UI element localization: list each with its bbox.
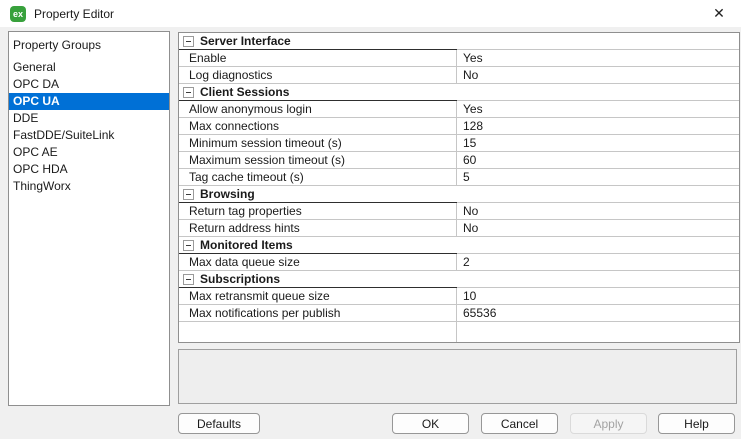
property-name-cell: Max notifications per publish [179,305,457,322]
category-row-filler [457,84,739,101]
property-name-cell: Return address hints [179,220,457,237]
sidebar-item-fastdde-suitelink[interactable]: FastDDE/SuiteLink [9,127,169,144]
help-button[interactable]: Help [658,413,735,434]
property-value-cell[interactable]: Yes [457,101,739,118]
category-row-filler [457,186,739,203]
close-icon: ✕ [713,5,725,22]
category-row-subscriptions[interactable]: Subscriptions [179,271,739,288]
property-groups-header: Property Groups [13,38,102,52]
sidebar-item-opc-ua[interactable]: OPC UA [9,93,169,110]
property-row-minimum-session-timeout-s[interactable]: Minimum session timeout (s) 15 [179,135,739,152]
category-label: Subscriptions [200,272,281,286]
property-grid-rows: Server Interface Enable Yes Log diagnostics… [179,33,739,342]
category-row-filler [457,271,739,288]
collapse-minus-icon[interactable] [183,239,194,251]
close-button[interactable]: ✕ [703,0,735,27]
title-bar: ex Property Editor ✕ [0,0,741,27]
property-value-cell[interactable]: 15 [457,135,739,152]
property-name-cell: Enable [179,50,457,67]
property-groups-panel: Property Groups General OPC DA OPC UA DDE Fa… [8,31,170,406]
sidebar-item-opc-da[interactable]: OPC DA [9,76,169,93]
property-value-cell[interactable]: Yes [457,50,739,67]
collapse-minus-icon[interactable] [183,273,194,285]
property-row-enable[interactable]: Enable Yes [179,50,739,67]
property-row-return-tag-properties[interactable]: Return tag properties No [179,203,739,220]
description-panel [178,349,737,404]
sidebar-item-opc-ae[interactable]: OPC AE [9,144,169,161]
category-row-server-interface[interactable]: Server Interface [179,33,739,50]
category-row-filler [457,33,739,50]
property-name-cell: Max connections [179,118,457,135]
property-grid: Server Interface Enable Yes Log diagnostics… [178,32,740,343]
property-name-cell: Max retransmit queue size [179,288,457,305]
apply-button: Apply [570,413,647,434]
category-label: Monitored Items [200,238,293,252]
property-name-cell [179,322,457,342]
category-label: Client Sessions [200,85,290,99]
sidebar-item-general[interactable]: General [9,59,169,76]
category-row-monitored-items[interactable]: Monitored Items [179,237,739,254]
property-value-cell[interactable]: 5 [457,169,739,186]
property-row-max-data-queue-size[interactable]: Max data queue size 2 [179,254,739,271]
category-row-browsing[interactable]: Browsing [179,186,739,203]
sidebar-item-opc-hda[interactable]: OPC HDA [9,161,169,178]
property-row-log-diagnostics[interactable]: Log diagnostics No [179,67,739,84]
property-value-cell[interactable]: No [457,203,739,220]
property-row-return-address-hints[interactable]: Return address hints No [179,220,739,237]
category-name-cell: Server Interface [179,33,457,50]
property-name-cell: Tag cache timeout (s) [179,169,457,186]
property-value-cell[interactable]: No [457,220,739,237]
cancel-button[interactable]: Cancel [481,413,558,434]
property-name-cell: Max data queue size [179,254,457,271]
property-value-cell[interactable]: 2 [457,254,739,271]
app-logo-icon: ex [10,5,26,22]
category-row-filler [457,237,739,254]
property-value-cell[interactable]: 65536 [457,305,739,322]
property-groups-list: General OPC DA OPC UA DDE FastDDE/SuiteLink O… [9,59,169,195]
category-name-cell: Browsing [179,186,457,203]
property-row-max-connections[interactable]: Max connections 128 [179,118,739,135]
category-name-cell: Monitored Items [179,237,457,254]
property-name-cell: Maximum session timeout (s) [179,152,457,169]
property-value-cell[interactable]: No [457,67,739,84]
property-value-cell[interactable]: 128 [457,118,739,135]
category-label: Browsing [200,187,255,201]
property-value-cell[interactable]: 60 [457,152,739,169]
category-name-cell: Client Sessions [179,84,457,101]
property-name-cell: Log diagnostics [179,67,457,84]
property-row-maximum-session-timeout-s[interactable]: Maximum session timeout (s) 60 [179,152,739,169]
collapse-minus-icon[interactable] [183,86,194,98]
sidebar-item-dde[interactable]: DDE [9,110,169,127]
property-row-allow-anonymous-login[interactable]: Allow anonymous login Yes [179,101,739,118]
sidebar-item-thingworx[interactable]: ThingWorx [9,178,169,195]
property-name-cell: Allow anonymous login [179,101,457,118]
empty-row [179,322,739,342]
category-name-cell: Subscriptions [179,271,457,288]
property-value-cell [457,322,739,342]
property-row-tag-cache-timeout-s[interactable]: Tag cache timeout (s) 5 [179,169,739,186]
category-label: Server Interface [200,34,291,48]
collapse-minus-icon[interactable] [183,35,194,47]
property-name-cell: Minimum session timeout (s) [179,135,457,152]
window-title: Property Editor [34,6,115,21]
category-row-client-sessions[interactable]: Client Sessions [179,84,739,101]
property-value-cell[interactable]: 10 [457,288,739,305]
property-row-max-notifications-per-publish[interactable]: Max notifications per publish 65536 [179,305,739,322]
collapse-minus-icon[interactable] [183,188,194,200]
ok-button[interactable]: OK [392,413,469,434]
property-row-max-retransmit-queue-size[interactable]: Max retransmit queue size 10 [179,288,739,305]
defaults-button[interactable]: Defaults [178,413,260,434]
property-name-cell: Return tag properties [179,203,457,220]
